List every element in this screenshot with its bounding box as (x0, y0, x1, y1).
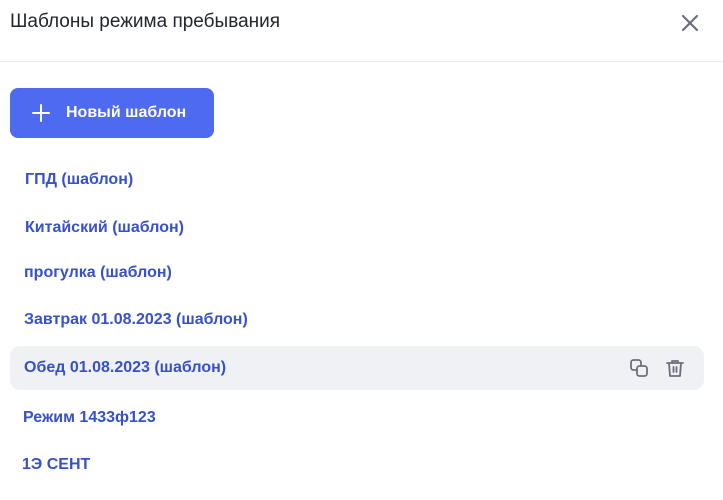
template-item-label: Завтрак 01.08.2023 (шаблон) (24, 311, 248, 328)
template-item-label: Обед 01.08.2023 (шаблон) (24, 359, 227, 376)
dialog-title: Шаблоны режима пребывания (10, 11, 281, 32)
copy-icon[interactable] (628, 357, 650, 379)
trash-icon[interactable] (664, 357, 686, 379)
new-template-button[interactable]: Новый шаблон (10, 88, 214, 138)
plus-icon (32, 104, 50, 122)
template-item-label: Режим 1433ф123 (23, 409, 156, 426)
template-item-hovered[interactable]: Обед 01.08.2023 (шаблон) (10, 346, 704, 390)
close-icon (681, 14, 699, 32)
template-item[interactable]: Режим 1433ф123 (10, 396, 704, 440)
template-item[interactable]: ГПД (шаблон) (10, 158, 704, 202)
close-button[interactable] (675, 8, 705, 38)
template-item-label: прогулка (шаблон) (24, 264, 172, 281)
template-item[interactable]: Китайский (шаблон) (10, 206, 704, 250)
templates-dialog: Шаблоны режима пребывания Новый шаблон Г… (0, 0, 723, 500)
template-item-label: Китайский (шаблон) (25, 219, 184, 236)
template-item[interactable]: 1Э СЕНТ (10, 443, 704, 487)
new-template-label: Новый шаблон (66, 104, 187, 121)
template-item[interactable]: прогулка (шаблон) (10, 251, 704, 295)
template-item-actions (628, 346, 686, 390)
dialog-header: Шаблоны режима пребывания (0, 0, 723, 62)
template-item[interactable]: Завтрак 01.08.2023 (шаблон) (10, 298, 704, 342)
template-item-label: 1Э СЕНТ (22, 456, 91, 473)
template-item-label: ГПД (шаблон) (25, 171, 134, 188)
